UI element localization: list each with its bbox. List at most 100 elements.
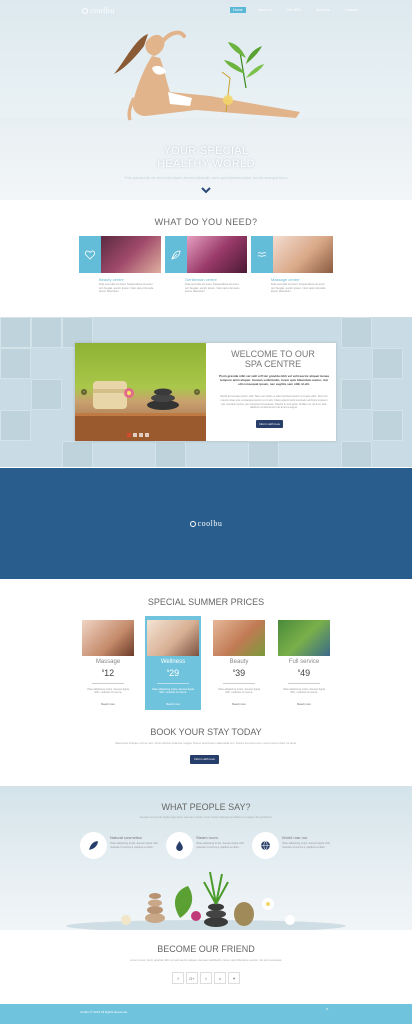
testimonial-item: Natural cosmetics Vitae adipiscing turpi…	[80, 832, 165, 862]
read-more-link[interactable]: Read more	[276, 702, 332, 706]
service-card-massage[interactable]: Massage centre Duis sed odio sit amet. S…	[251, 236, 333, 296]
slider-dot[interactable]	[145, 433, 149, 437]
service-text: Duis sed odio sit amet. Suspendisse sit …	[185, 283, 240, 294]
price-divider	[288, 683, 320, 684]
testimonial-item: World mar ruo Vitae adipiscing turpis. A…	[252, 832, 337, 862]
price-divider	[92, 683, 124, 684]
price-photo	[213, 620, 265, 656]
testimonial-icon-circle	[80, 832, 107, 859]
slider-prev-button[interactable]: ‹	[81, 389, 87, 395]
slider-dot[interactable]	[127, 433, 131, 437]
welcome-title-line1: WELCOME TO OUR	[231, 349, 315, 359]
service-photo-gentleman	[187, 236, 247, 273]
footer	[0, 1004, 412, 1024]
hero-woman-image	[114, 30, 300, 121]
welcome-slider-image: ‹ ›	[75, 343, 206, 441]
price-divider	[223, 683, 255, 684]
hero-subtitle: Proin gravida nibh vel velit auctor aliq…	[124, 176, 288, 180]
logo-mark-icon	[189, 520, 196, 527]
price-card-wellness[interactable]: Wellness $29 Vitae adipiscing turpis. Ae…	[145, 616, 201, 710]
welcome-title-line2: SPA CENTRE	[244, 359, 302, 369]
service-icon-box	[251, 236, 273, 273]
google-plus-icon[interactable]: G+	[186, 972, 198, 984]
copyright-text: Coolbu © 2015 All Rights Reserved	[80, 1010, 128, 1014]
price-name: Wellness	[160, 659, 186, 665]
logo-text: coolbu	[90, 6, 115, 15]
band-logo: coolbu	[0, 519, 412, 528]
band-logo-text: coolbu	[197, 519, 223, 528]
price-amount: 49	[300, 668, 311, 678]
nav-item-services[interactable]: Services	[313, 7, 333, 13]
twitter-icon[interactable]: t	[200, 972, 212, 984]
service-name[interactable]: Beauty centre	[99, 277, 124, 282]
price-value: $39	[211, 668, 267, 678]
heart-icon	[85, 250, 95, 260]
testimonial-text: Vitae adipiscing turpis. Aenean ligula n…	[282, 842, 331, 849]
price-amount: 29	[169, 668, 180, 678]
leaf-icon	[171, 250, 181, 260]
service-icon-box	[79, 236, 101, 273]
read-more-link[interactable]: Read more	[80, 702, 136, 706]
service-card-gentleman[interactable]: Gentleman centre Duis sed odio sit amet.…	[165, 236, 247, 296]
price-name: Beauty	[229, 659, 249, 665]
service-name[interactable]: Gentleman centre	[185, 277, 217, 282]
price-card-massage[interactable]: Massage $12 Vitae adipiscing turpis. Aen…	[80, 616, 136, 710]
price-text: Vitae adipiscing turpis. Aenean ligula n…	[282, 688, 326, 695]
read-more-link[interactable]: Read more	[211, 702, 267, 706]
friend-title: BECOME OUR FRIEND	[157, 944, 255, 954]
nav-item-home[interactable]: Home	[230, 7, 246, 13]
book-title: BOOK YOUR STAY TODAY	[150, 727, 262, 737]
slider-dot[interactable]	[139, 433, 143, 437]
nav-item-about[interactable]: About us	[255, 7, 275, 13]
price-card-full-service[interactable]: Full service $49 Vitae adipiscing turpis…	[276, 616, 332, 710]
logo[interactable]: coolbu	[82, 6, 115, 15]
hero-title-line1: YOUR SPECIAL	[163, 145, 249, 157]
testimonials-title: WHAT PEOPLE SAY?	[161, 802, 251, 812]
testimonial-name: Natural cosmetics	[110, 835, 142, 840]
chevron-down-icon[interactable]	[200, 186, 212, 194]
hero-section: coolbu Home About us Our SPA Services Lo…	[0, 0, 412, 200]
needs-title: WHAT DO YOU NEED?	[154, 217, 258, 227]
vimeo-icon[interactable]: v	[214, 972, 226, 984]
nav-item-our-spa[interactable]: Our SPA	[284, 7, 304, 13]
pinterest-icon[interactable]: ✦	[228, 972, 240, 984]
price-amount: 39	[235, 668, 246, 678]
service-photo-massage	[273, 236, 333, 273]
price-text: Vitae adipiscing turpis. Aenean ligula n…	[151, 688, 195, 695]
drop-icon	[176, 841, 183, 851]
globe-icon	[261, 840, 270, 851]
service-icon-box	[165, 236, 187, 273]
service-photo-beauty	[101, 236, 161, 273]
testimonial-name: Steam room	[196, 835, 218, 840]
service-name[interactable]: Massage centre	[271, 277, 299, 282]
price-name: Massage	[95, 659, 121, 665]
testimonial-icon-circle	[166, 832, 193, 859]
price-photo	[147, 620, 199, 656]
price-photo	[278, 620, 330, 656]
back-to-top-icon[interactable]: ^	[326, 1008, 328, 1014]
waves-icon	[257, 251, 267, 257]
friend-text: Lorem ipsum proin gravida nibh vel velit…	[129, 958, 283, 962]
testimonial-item: Steam room Vitae adipiscing turpis. Aene…	[166, 832, 251, 862]
price-name: Full service	[288, 659, 320, 665]
price-amount: 12	[104, 668, 115, 678]
testimonial-name: World mar ruo	[282, 835, 308, 840]
leaf-icon	[89, 841, 98, 850]
price-card-beauty[interactable]: Beauty $39 Vitae adipiscing turpis. Aene…	[211, 616, 267, 710]
welcome-body-text: Morbi accumsan ipsum velit. Nam nec tell…	[220, 395, 328, 410]
service-card-beauty[interactable]: Beauty centre Duis sed odio sit amet. Su…	[79, 236, 161, 296]
welcome-title: WELCOME TO OUR SPA CENTRE	[217, 349, 329, 369]
price-divider	[157, 683, 189, 684]
facebook-icon[interactable]: f	[172, 972, 184, 984]
read-more-link[interactable]: Read more	[145, 702, 201, 706]
prices-title: SPECIAL SUMMER PRICES	[147, 597, 265, 607]
social-links: f G+ t v ✦	[172, 972, 240, 984]
slider-next-button[interactable]: ›	[194, 389, 200, 395]
price-value: $29	[145, 668, 201, 678]
price-value: $49	[276, 668, 332, 678]
book-button[interactable]: Inform with love	[190, 755, 219, 764]
slider-dot[interactable]	[133, 433, 137, 437]
hero-title: YOUR SPECIAL HEALTHY WORLD	[0, 145, 412, 171]
welcome-button[interactable]: Inform with love	[256, 420, 283, 428]
nav-item-location[interactable]: Location	[341, 7, 361, 13]
